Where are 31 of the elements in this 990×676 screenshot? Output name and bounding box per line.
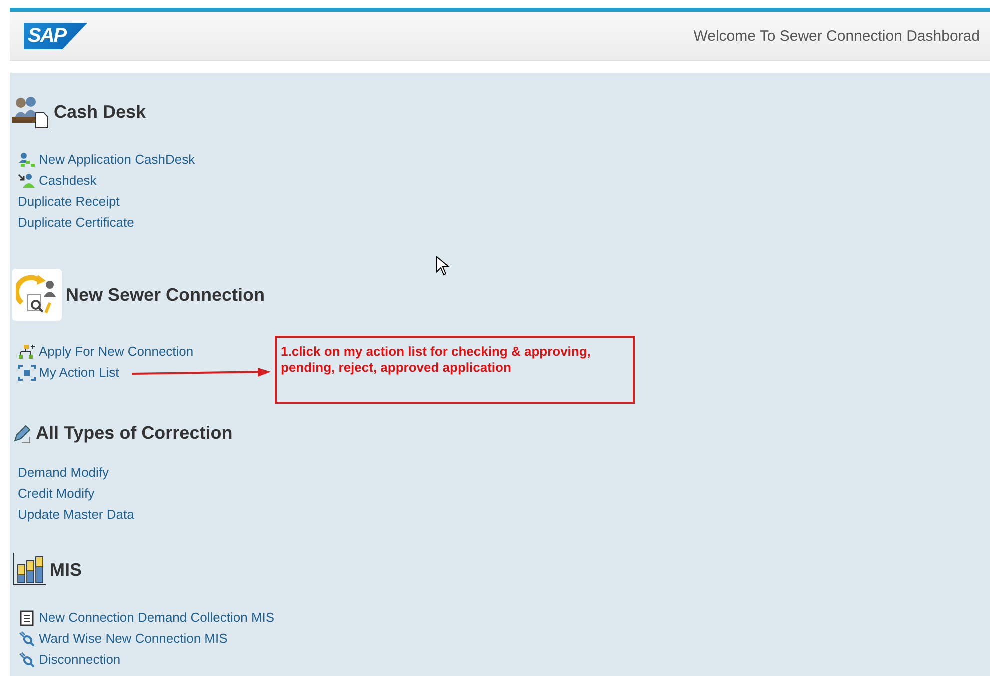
menu-link[interactable]: Apply For New Connection	[12, 341, 194, 362]
org-chart-icon	[18, 344, 36, 360]
menu-link[interactable]: Ward Wise New Connection MIS	[12, 628, 228, 649]
person-network-icon	[18, 152, 36, 168]
menu-link[interactable]: Cashdesk	[12, 170, 97, 191]
plug-icon	[18, 652, 36, 668]
cursor-icon	[436, 256, 450, 276]
people-desk-icon	[12, 95, 50, 129]
scan-frame-icon	[18, 364, 36, 380]
section-title: All Types of Correction	[36, 423, 233, 444]
section-title: MIS	[50, 560, 82, 580]
menu-link[interactable]: My Action List	[12, 362, 120, 383]
plug-icon	[18, 630, 36, 646]
menu-link[interactable]: Disconnection	[12, 649, 121, 670]
menu-link[interactable]: Duplicate Receipt	[12, 191, 120, 212]
bar-chart-icon	[12, 553, 46, 587]
menu-link[interactable]: Update Master Data	[12, 504, 134, 525]
clipboard-icon	[18, 610, 36, 626]
menu-link[interactable]: Duplicate Certificate	[12, 212, 134, 233]
annotation-note: 1.click on my action list for checking & approving, pending, reject, approved application	[275, 336, 635, 404]
connection-tile-icon	[12, 269, 62, 321]
person-arrow-icon	[18, 172, 36, 188]
menu-link[interactable]: Demand Modify	[12, 462, 110, 483]
pencil-icon	[12, 424, 32, 444]
welcome-title: Welcome To Sewer Connection Dashborad	[694, 28, 980, 44]
menu-link[interactable]: Credit Modify	[12, 483, 95, 504]
section-title: Cash Desk	[54, 102, 146, 122]
menu-link[interactable]: New Connection Demand Collection MIS	[12, 607, 275, 628]
section-title: New Sewer Connection	[66, 284, 266, 306]
logo: SAP	[24, 22, 88, 50]
menu-link[interactable]: New Application CashDesk	[12, 149, 196, 170]
